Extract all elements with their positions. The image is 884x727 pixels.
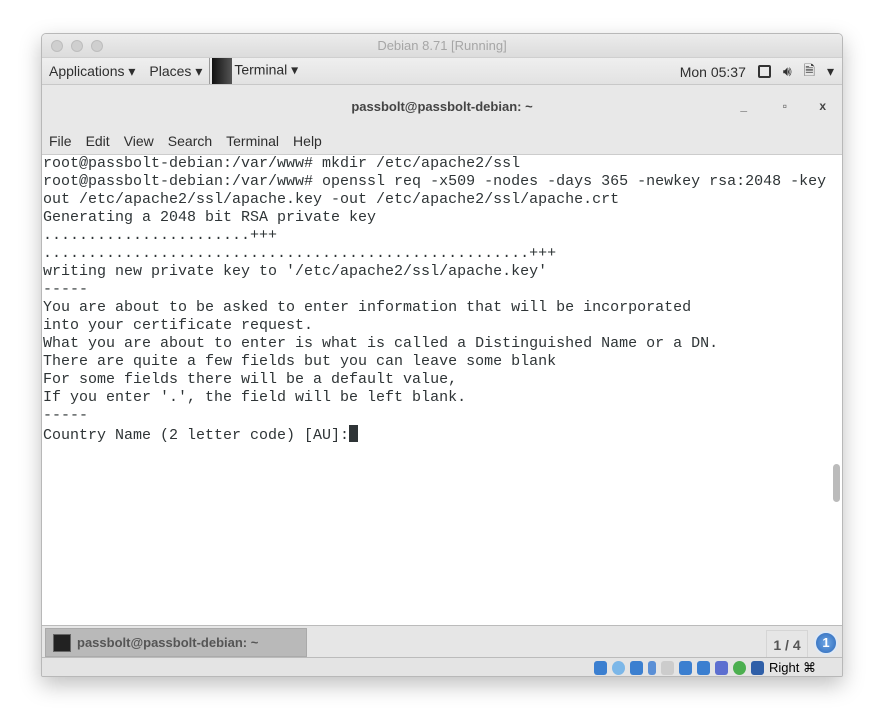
terminal-line: You are about to be asked to enter infor… xyxy=(43,299,692,316)
terminal-line: ----- xyxy=(43,407,89,424)
menu-terminal[interactable]: Terminal xyxy=(219,133,286,149)
terminal-output[interactable]: root@passbolt-debian:/var/www# mkdir /et… xyxy=(42,154,842,625)
recording-icon[interactable] xyxy=(715,661,729,675)
menu-file[interactable]: File xyxy=(42,133,79,149)
display-icon[interactable] xyxy=(757,65,771,78)
places-menu[interactable]: Places ▾ xyxy=(142,63,209,80)
scrollbar[interactable] xyxy=(833,464,840,502)
menu-view[interactable]: View xyxy=(117,133,161,149)
vm-titlebar: Debian 8.71 [Running] xyxy=(42,34,842,58)
terminal-icon xyxy=(212,58,233,84)
menu-edit[interactable]: Edit xyxy=(79,133,117,149)
close-button[interactable] xyxy=(51,40,63,52)
audio-icon[interactable] xyxy=(630,661,644,675)
terminal-title: passbolt@passbolt-debian: ~ xyxy=(351,99,533,114)
minimize-button[interactable] xyxy=(71,40,83,52)
clock[interactable]: Mon 05:37 xyxy=(680,64,746,80)
cpu-icon[interactable] xyxy=(733,661,747,675)
terminal-icon xyxy=(53,633,71,652)
terminal-prompt-line: Country Name (2 letter code) [AU]: xyxy=(43,425,842,445)
terminal-line: writing new private key to '/etc/apache2… xyxy=(43,263,548,280)
menu-bar: File Edit View Search Terminal Help xyxy=(42,128,842,154)
terminal-titlebar: passbolt@passbolt-debian: ~ _ ▫ x xyxy=(42,85,842,128)
host-key: Right ⌘ xyxy=(769,660,816,675)
close-icon[interactable]: x xyxy=(819,85,826,128)
terminal-line: What you are about to enter is what is c… xyxy=(43,335,719,352)
workspace-indicator[interactable]: 1 xyxy=(814,631,838,655)
cursor xyxy=(349,425,359,442)
terminal-line: ........................................… xyxy=(43,245,557,262)
terminal-app-menu[interactable]: Terminal ▾ xyxy=(209,58,305,84)
virtualbox-window: Debian 8.71 [Running] Applications ▾ Pla… xyxy=(41,33,843,677)
terminal-line: root@passbolt-debian:/var/www# openssl r… xyxy=(43,173,827,190)
terminal-line: If you enter '.', the field will be left… xyxy=(43,389,467,406)
maximize-icon[interactable]: ▫ xyxy=(783,85,787,128)
network-icon[interactable] xyxy=(697,661,711,675)
system-menu-arrow[interactable]: ▾ xyxy=(827,63,834,80)
terminal-line: .......................+++ xyxy=(43,227,278,244)
terminal-line: ----- xyxy=(43,281,89,298)
zoom-button[interactable] xyxy=(91,40,103,52)
display-icon[interactable] xyxy=(679,661,693,675)
gnome-top-bar: Applications ▾ Places ▾ Terminal ▾ Mon 0… xyxy=(42,58,842,85)
shared-folder-icon[interactable] xyxy=(661,661,675,675)
taskbar: passbolt@passbolt-debian: ~ 1 / 4 1 xyxy=(42,625,842,658)
minimize-icon[interactable]: _ xyxy=(740,85,747,128)
mouse-integration-icon[interactable] xyxy=(751,661,765,675)
applications-menu[interactable]: Applications ▾ xyxy=(42,63,142,80)
volume-icon[interactable]: 🔊︎ xyxy=(783,63,792,80)
usb-icon[interactable] xyxy=(648,661,657,675)
prompt: Country Name (2 letter code) [AU]: xyxy=(43,427,350,444)
terminal-line: out /etc/apache2/ssl/apache.key -out /et… xyxy=(43,191,620,208)
hard-disk-icon[interactable] xyxy=(594,661,608,675)
menu-search[interactable]: Search xyxy=(161,133,219,149)
battery-icon[interactable]: 🗎 xyxy=(804,60,815,84)
workspace-pager[interactable]: 1 / 4 xyxy=(766,630,808,658)
terminal-line: Generating a 2048 bit RSA private key xyxy=(43,209,377,226)
optical-drive-icon[interactable] xyxy=(612,661,626,675)
vm-statusbar: Right ⌘ xyxy=(42,657,842,676)
terminal-line: For some fields there will be a default … xyxy=(43,371,458,388)
vm-title: Debian 8.71 [Running] xyxy=(377,38,507,53)
terminal-line: root@passbolt-debian:/var/www# mkdir /et… xyxy=(43,155,521,172)
terminal-line: There are quite a few fields but you can… xyxy=(43,353,557,370)
taskbar-item-terminal[interactable]: passbolt@passbolt-debian: ~ xyxy=(45,628,307,657)
menu-help[interactable]: Help xyxy=(286,133,329,149)
terminal-line: into your certificate request. xyxy=(43,317,314,334)
